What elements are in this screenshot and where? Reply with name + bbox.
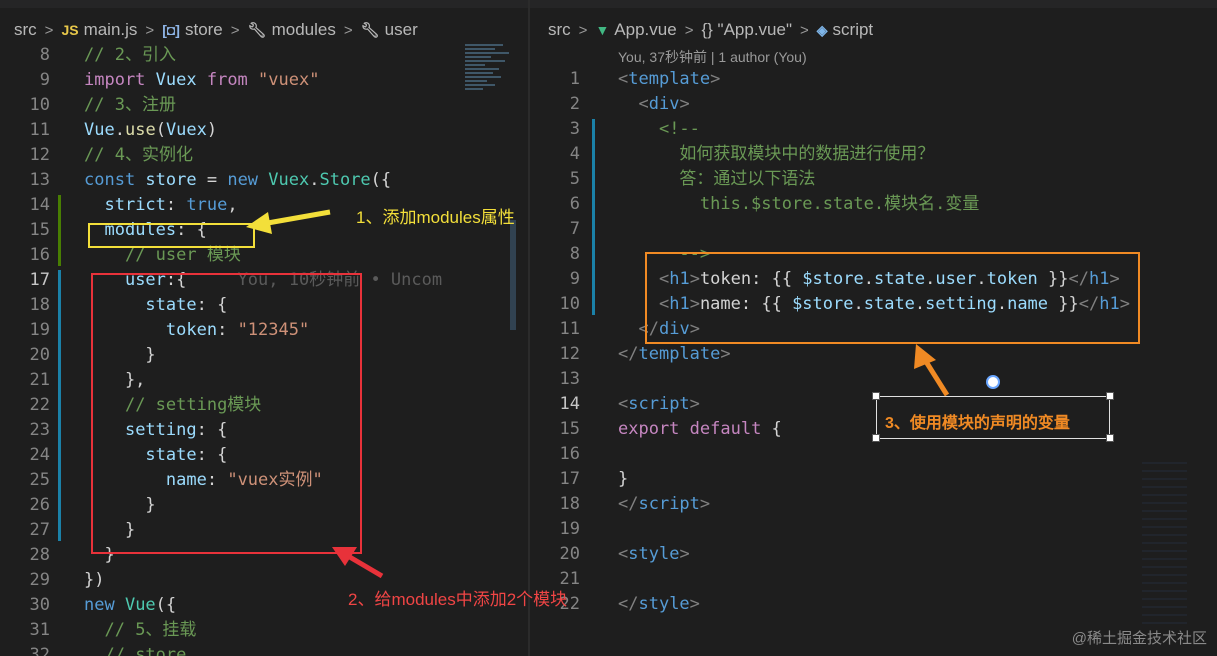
orange-arrow-line	[922, 358, 950, 397]
orange-arrow-head	[914, 344, 936, 369]
yellow-arrow-line	[261, 209, 331, 227]
annotation-2: 2、给modules中添加2个模块	[348, 590, 568, 609]
annotation-1: 1、添加modules属性	[356, 208, 515, 227]
annotation-arrows	[246, 209, 950, 579]
watermark: @稀土掘金技术社区	[1071, 630, 1207, 647]
annotation-3: 3、使用模块的声明的变量	[885, 415, 1070, 432]
yellow-arrow-head	[246, 212, 272, 234]
red-arrow-line	[346, 553, 384, 579]
